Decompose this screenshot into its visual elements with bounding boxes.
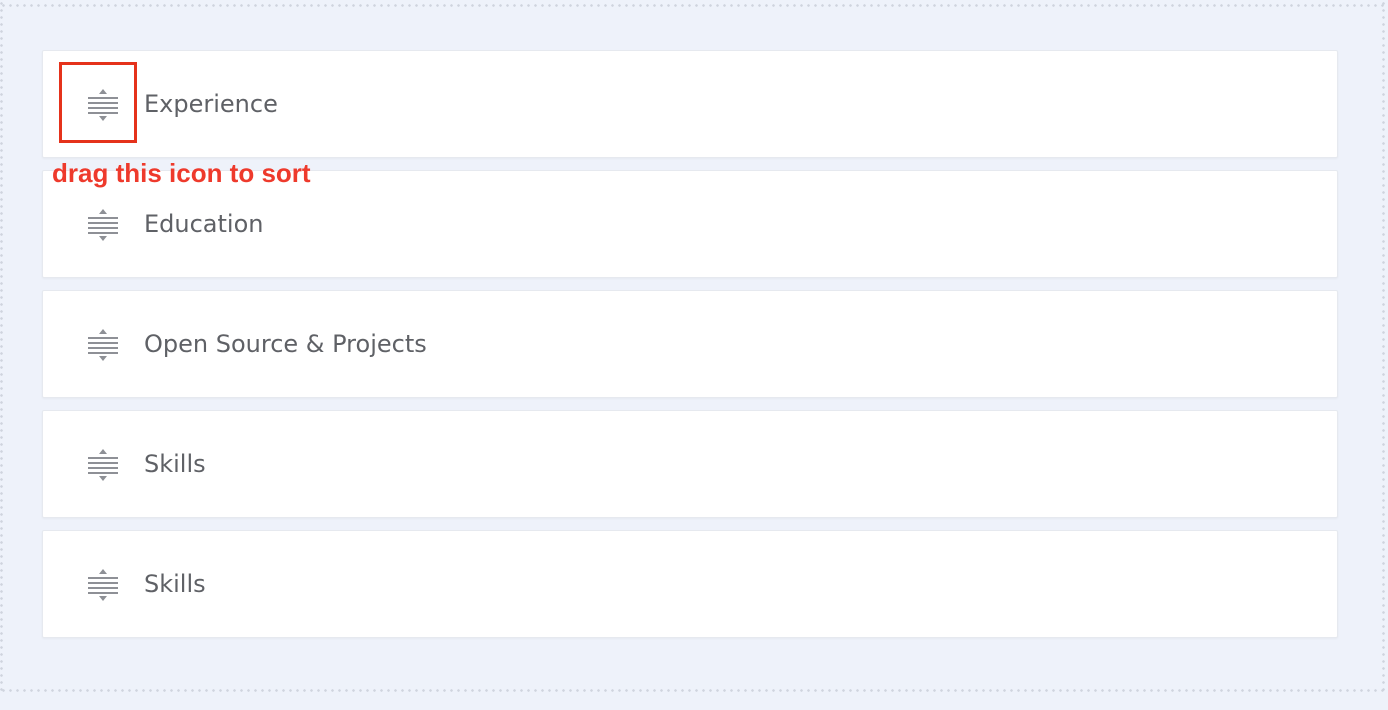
section-label: Skills: [144, 570, 206, 598]
dotted-border-top: [0, 4, 1388, 7]
section-row-skills[interactable]: Skills: [42, 410, 1338, 518]
dotted-border-right: [1382, 0, 1385, 692]
annotation-hint-text: drag this icon to sort: [52, 158, 311, 188]
sortable-sections-panel: Experience Education Open Source & Proje…: [0, 0, 1388, 710]
drag-handle-icon[interactable]: [85, 445, 121, 485]
dotted-border-bottom: [0, 689, 1388, 692]
drag-handle-icon[interactable]: [85, 205, 121, 245]
section-list: Experience Education Open Source & Proje…: [42, 50, 1338, 650]
section-row-open-source-projects[interactable]: Open Source & Projects: [42, 290, 1338, 398]
section-row-experience[interactable]: Experience: [42, 50, 1338, 158]
section-label: Open Source & Projects: [144, 330, 427, 358]
dotted-border-left: [0, 0, 3, 692]
section-label: Experience: [144, 90, 278, 118]
section-row-skills[interactable]: Skills: [42, 530, 1338, 638]
drag-handle-icon[interactable]: [85, 85, 121, 125]
drag-handle-icon[interactable]: [85, 565, 121, 605]
drag-handle-icon[interactable]: [85, 325, 121, 365]
section-label: Skills: [144, 450, 206, 478]
